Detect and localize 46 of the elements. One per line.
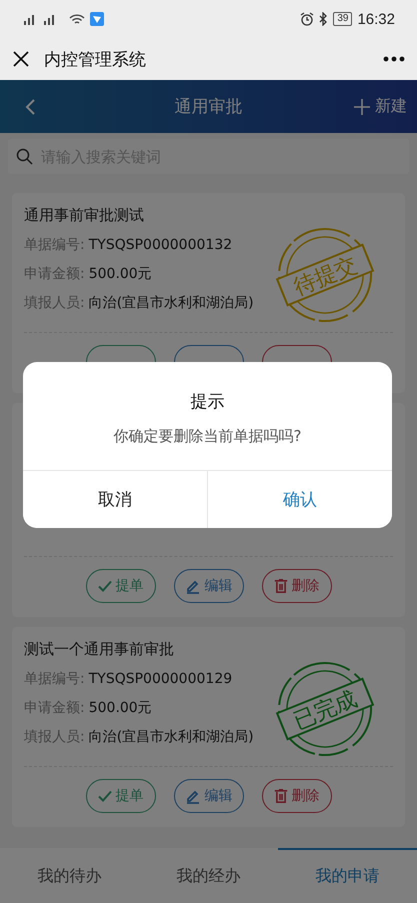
field-value: 向治(宜昌市水利和湖泊局) bbox=[88, 295, 254, 311]
delete-button[interactable]: 删除 bbox=[262, 569, 332, 603]
page-title: 通用审批 bbox=[174, 96, 242, 118]
record-title: 通用事前审批测试 bbox=[24, 205, 145, 226]
battery-level: 39 bbox=[333, 12, 352, 26]
alarm-icon bbox=[300, 12, 314, 26]
stamp: 已完成 bbox=[275, 659, 375, 759]
dialog-title: 提示 bbox=[190, 391, 226, 413]
stamp: 待提交 bbox=[275, 225, 375, 325]
field-value: 500.00元 bbox=[88, 266, 152, 282]
back-button[interactable] bbox=[24, 98, 36, 116]
window-title: 内控管理系统 bbox=[44, 48, 147, 70]
record-card[interactable]: 测试一个通用事前审批 单据编号: TYSQSP0000000129 申请金额: 500.00元 填报人员: 向治(宜昌市水利和湖泊局) 已完成 提单 编辑 删除 bbox=[12, 627, 405, 827]
submit-button[interactable]: 提单 bbox=[86, 569, 156, 603]
field-value: 500.00元 bbox=[88, 700, 152, 716]
pencil-icon bbox=[184, 788, 200, 804]
trash-icon bbox=[274, 789, 288, 803]
clock-time: 16:32 bbox=[357, 10, 395, 28]
submit-button[interactable]: 提单 bbox=[86, 779, 156, 813]
field-value: 向治(宜昌市水利和湖泊局) bbox=[88, 729, 254, 745]
edit-button[interactable]: 编辑 bbox=[174, 569, 244, 603]
field-label: 填报人员: bbox=[24, 295, 85, 311]
check-icon bbox=[98, 790, 112, 802]
wifi-icon bbox=[69, 12, 85, 26]
bluetooth-icon bbox=[319, 12, 328, 26]
more-icon[interactable] bbox=[383, 56, 405, 62]
pencil-icon bbox=[184, 578, 200, 594]
delete-button[interactable]: 删除 bbox=[262, 779, 332, 813]
record-title: 测试一个通用事前审批 bbox=[24, 639, 175, 660]
field-label: 申请金额: bbox=[24, 700, 85, 716]
new-button[interactable]: 新建 bbox=[353, 96, 407, 117]
trash-icon bbox=[274, 579, 288, 593]
plus-icon bbox=[353, 98, 371, 116]
dialog-message: 你确定要删除当前单据吗吗? bbox=[112, 426, 302, 447]
field-label: 单据编号: bbox=[24, 671, 85, 687]
field-value: TYSQSP0000000129 bbox=[88, 671, 232, 687]
field-label: 填报人员: bbox=[24, 729, 85, 745]
confirm-button[interactable]: 确认 bbox=[207, 471, 392, 528]
field-label: 申请金额: bbox=[24, 266, 85, 282]
field-value: TYSQSP0000000132 bbox=[88, 237, 232, 253]
check-icon bbox=[98, 580, 112, 592]
field-label: 单据编号: bbox=[24, 237, 85, 253]
edit-button[interactable]: 编辑 bbox=[174, 779, 244, 813]
app-icon bbox=[90, 12, 104, 26]
close-icon[interactable] bbox=[12, 50, 30, 68]
search-icon bbox=[16, 148, 33, 165]
